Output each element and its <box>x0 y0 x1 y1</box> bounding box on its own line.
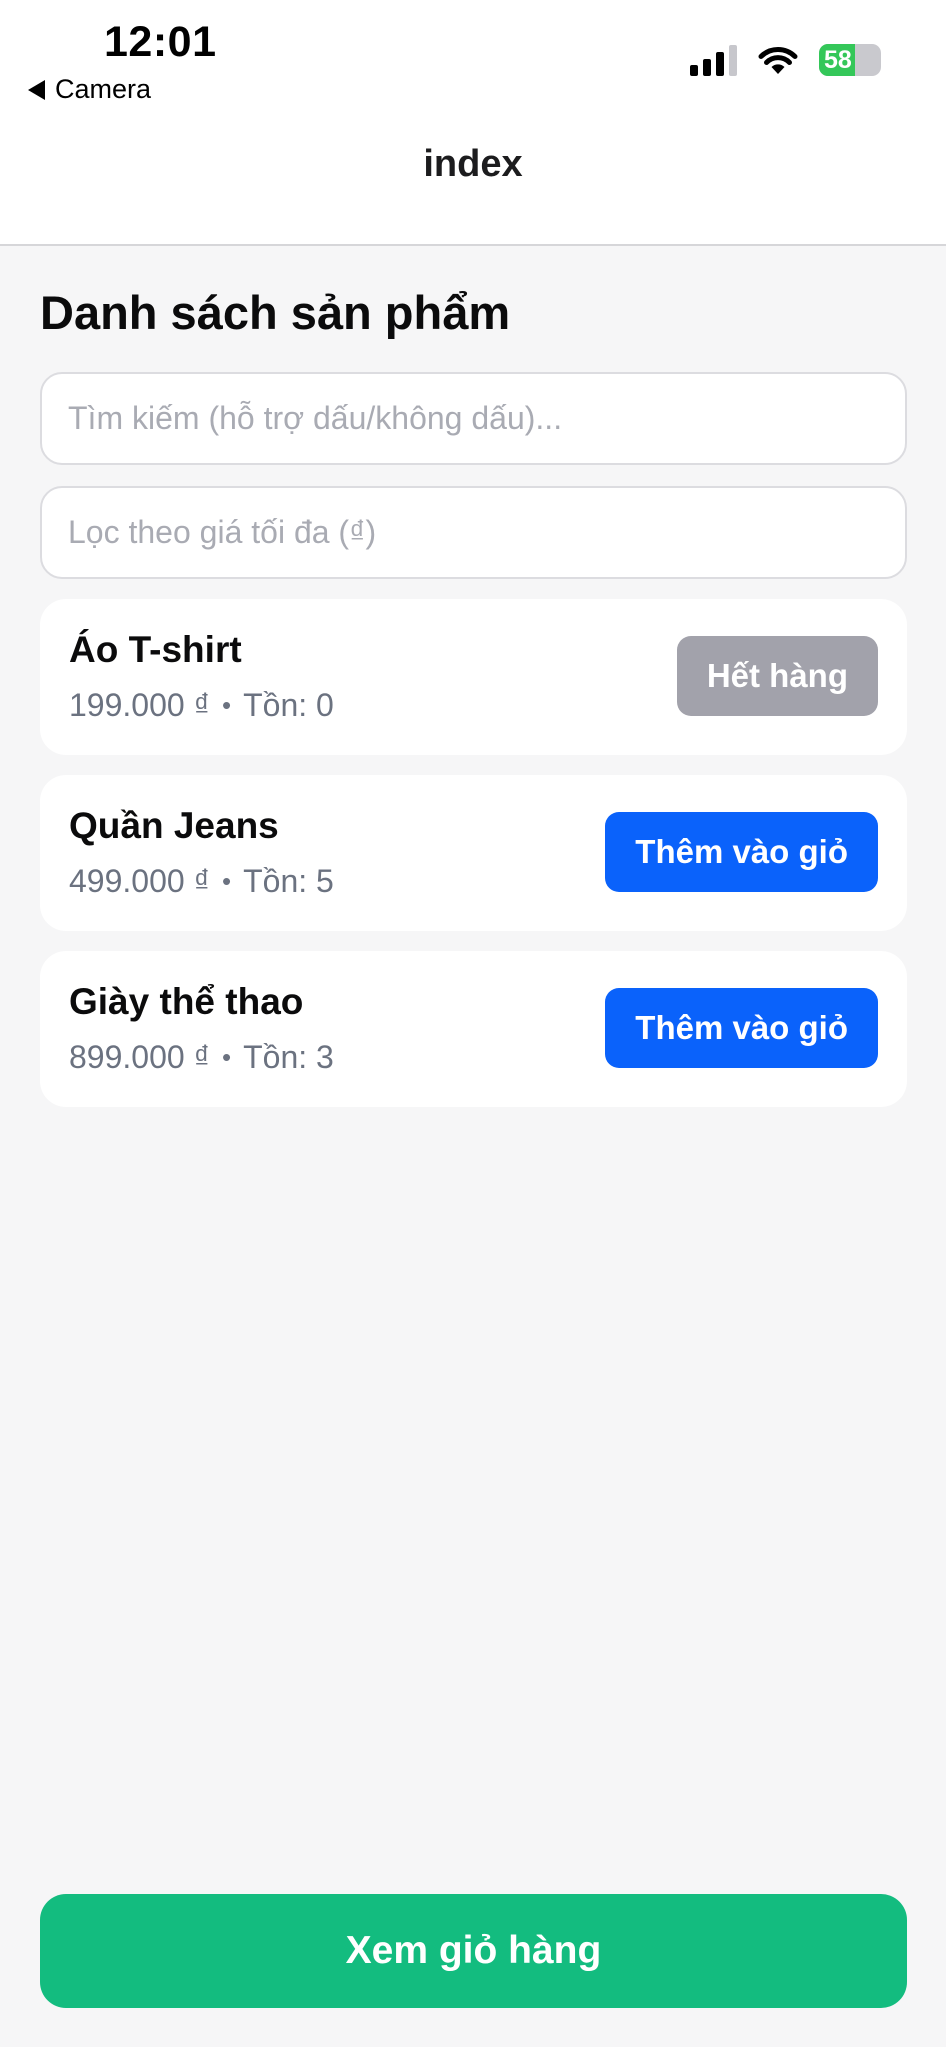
add-to-cart-button[interactable]: Thêm vào giỏ <box>605 988 878 1068</box>
page-title: Danh sách sản phẩm <box>40 286 511 339</box>
product-price: 899.000 ₫ <box>69 1039 210 1075</box>
back-to-camera-link[interactable]: Camera <box>28 74 151 105</box>
product-card: Áo T-shirt 199.000 ₫ • Tồn: 0 Hết hàng <box>40 599 907 755</box>
product-card: Quần Jeans 499.000 ₫ • Tồn: 5 Thêm vào g… <box>40 775 907 931</box>
battery-icon: 58 <box>819 44 881 76</box>
add-to-cart-button[interactable]: Thêm vào giỏ <box>605 812 878 892</box>
separator-dot: • <box>221 1042 232 1072</box>
product-name: Giày thể thao <box>69 981 304 1022</box>
back-link-label: Camera <box>55 74 152 104</box>
product-stock: Tồn: 3 <box>243 1039 334 1075</box>
product-stock: Tồn: 0 <box>243 687 334 723</box>
wifi-icon <box>758 46 798 74</box>
product-stock: Tồn: 5 <box>243 863 334 899</box>
product-name: Quần Jeans <box>69 805 279 846</box>
separator-dot: • <box>221 866 232 896</box>
out-of-stock-button[interactable]: Hết hàng <box>676 636 878 716</box>
view-cart-button[interactable]: Xem giỏ hàng <box>40 1894 907 2008</box>
product-card: Giày thể thao 899.000 ₫ • Tồn: 3 Thêm và… <box>40 951 907 1107</box>
back-arrow-icon <box>28 79 45 100</box>
app-header: 12:01 Camera 58 index <box>0 0 946 246</box>
status-indicators: 58 <box>690 44 881 76</box>
battery-percent: 58 <box>824 45 852 74</box>
separator-dot: • <box>221 690 232 720</box>
nav-title: index <box>423 143 523 185</box>
product-meta: 899.000 ₫ • Tồn: 3 <box>69 1039 334 1076</box>
cellular-signal-icon <box>690 44 737 76</box>
product-price: 199.000 ₫ <box>69 687 210 723</box>
product-meta: 499.000 ₫ • Tồn: 5 <box>69 863 334 900</box>
max-price-filter-input[interactable] <box>40 486 907 579</box>
product-meta: 199.000 ₫ • Tồn: 0 <box>69 687 334 724</box>
status-time: 12:01 <box>104 18 217 66</box>
product-name: Áo T-shirt <box>69 629 242 670</box>
product-price: 499.000 ₫ <box>69 863 210 899</box>
search-input[interactable] <box>40 372 907 465</box>
